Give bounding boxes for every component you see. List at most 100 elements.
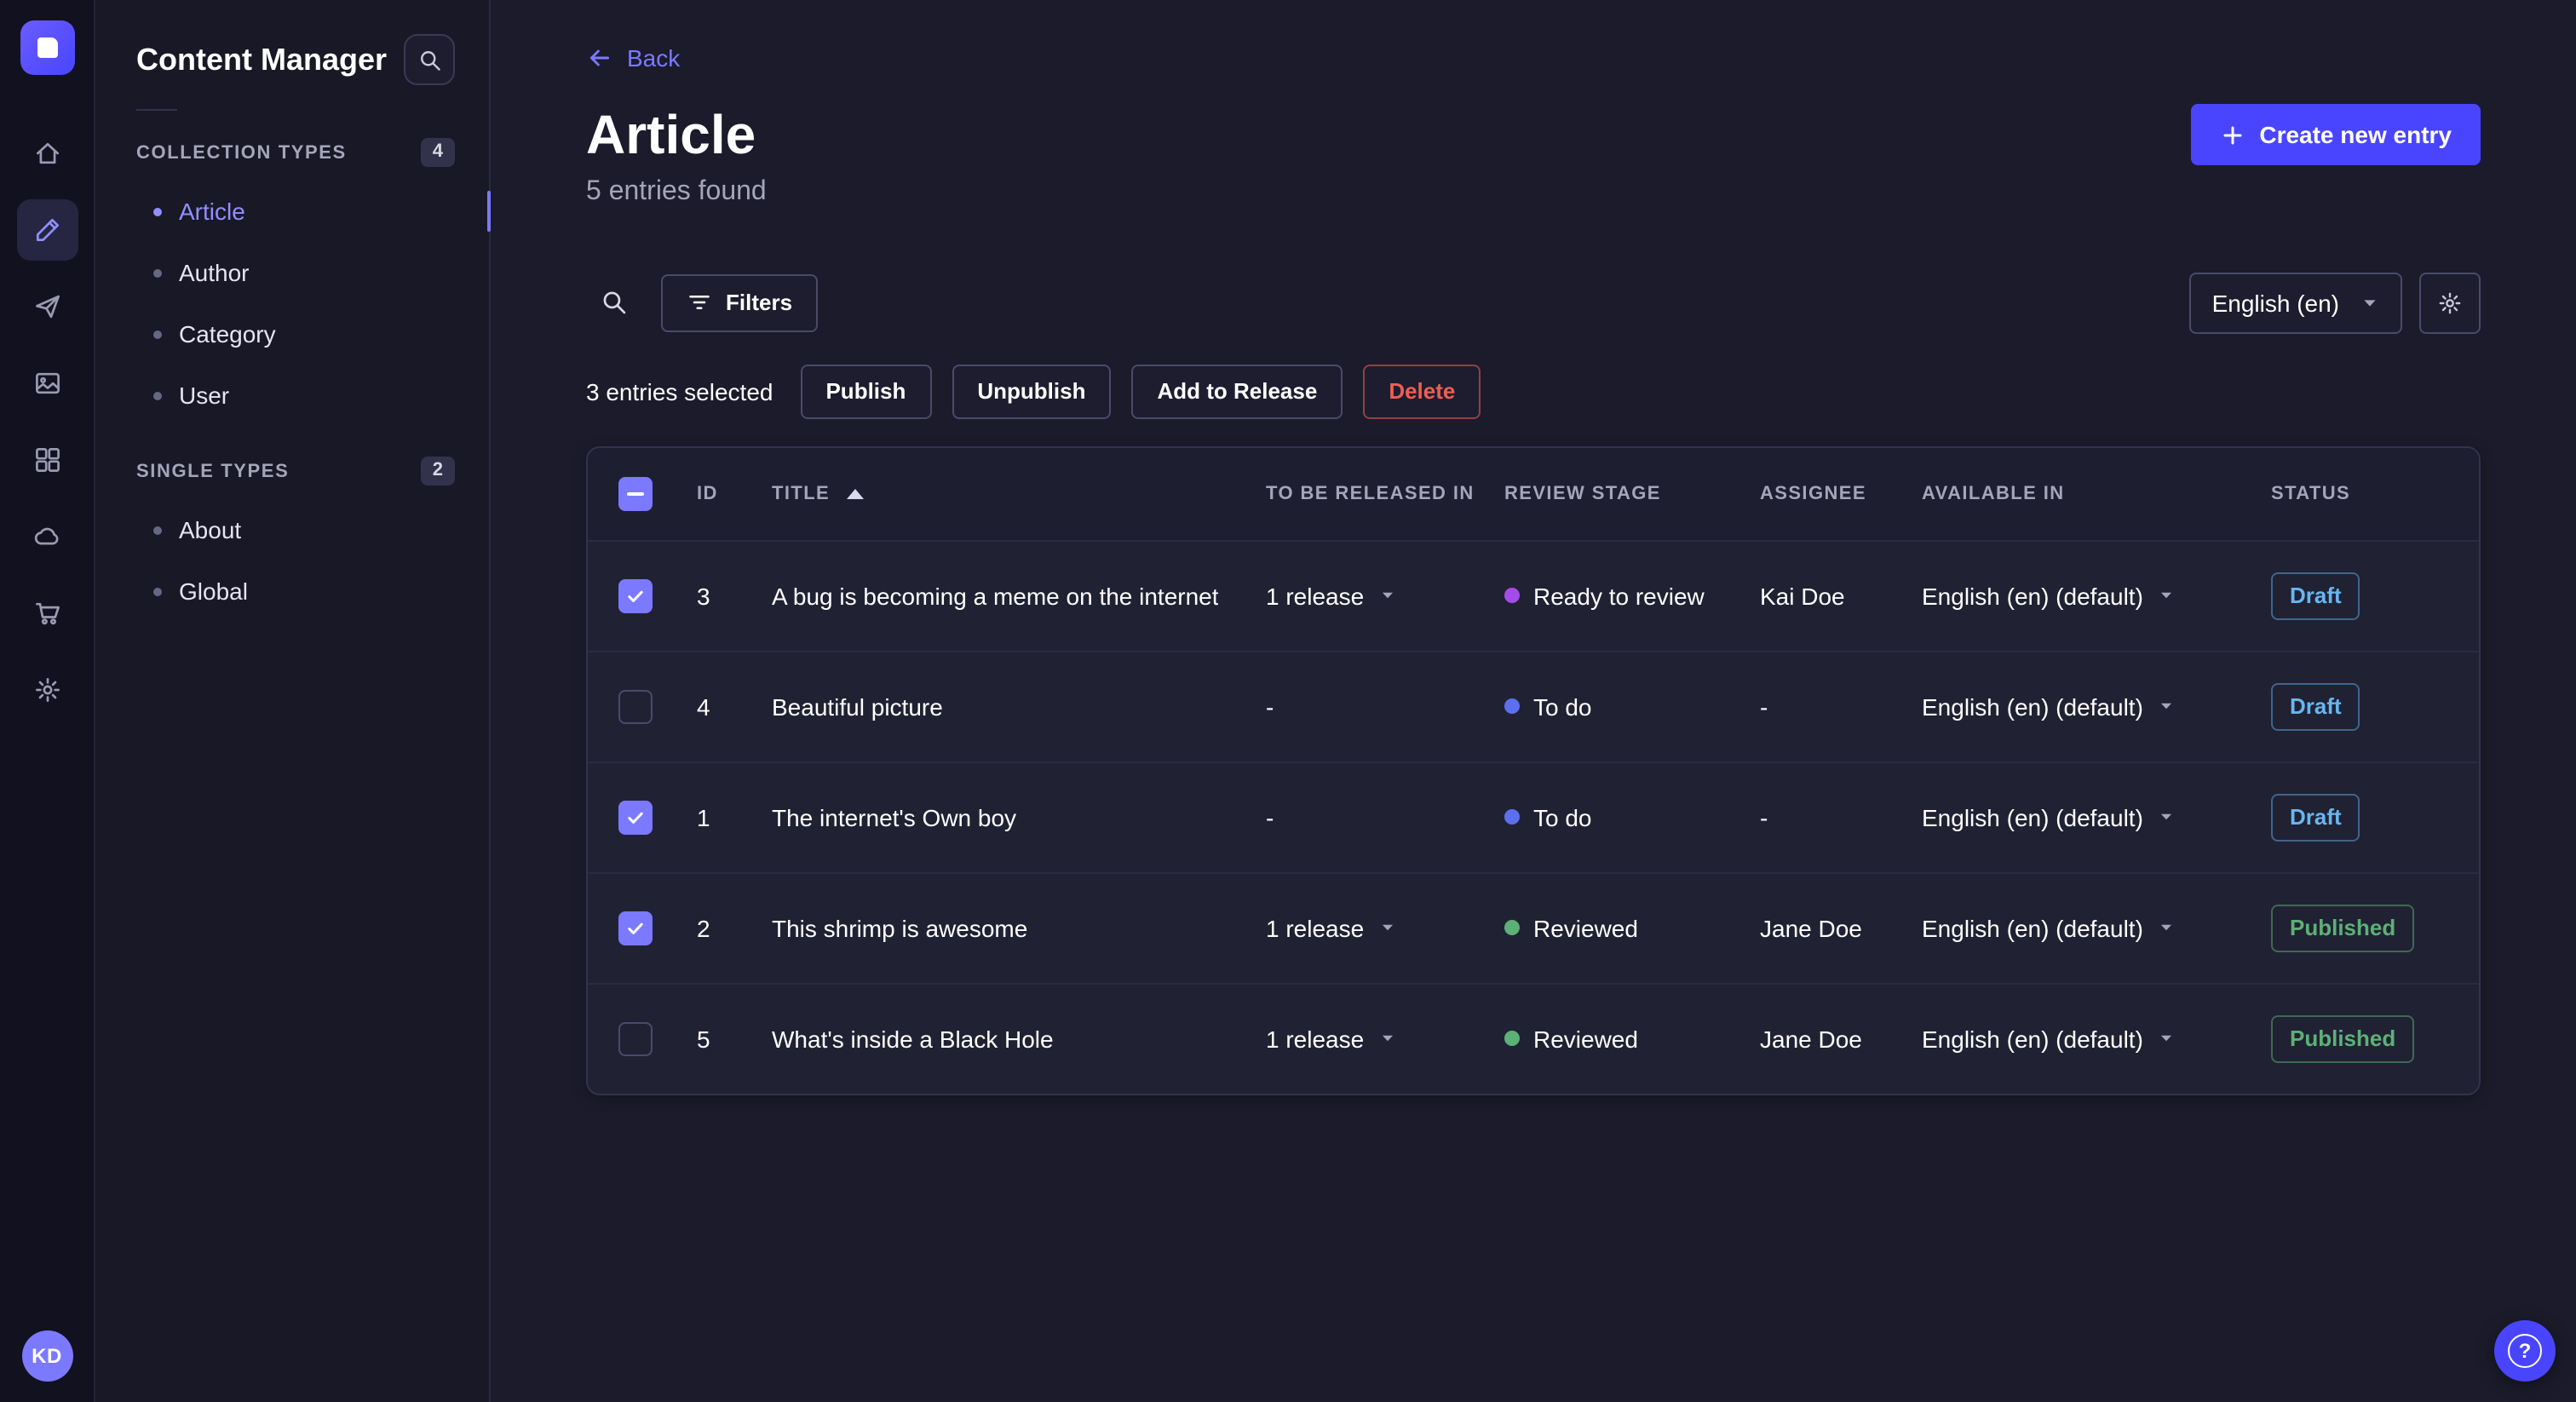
- sidebar-item-label: User: [179, 382, 230, 409]
- bullet-icon: [153, 526, 162, 534]
- row-checkbox[interactable]: [618, 689, 653, 724]
- sidebar-item-article[interactable]: Article: [95, 181, 491, 242]
- sidebar-item-about[interactable]: About: [95, 499, 489, 560]
- cell-available-in[interactable]: English (en) (default): [1922, 693, 2271, 721]
- chevron-down-icon: [2160, 593, 2171, 599]
- chevron-down-icon: [2160, 704, 2171, 710]
- table-row[interactable]: 5 What's inside a Black Hole 1 release R…: [588, 982, 2479, 1094]
- bullet-icon: [153, 330, 162, 338]
- row-checkbox[interactable]: [618, 911, 653, 945]
- stage-dot-icon: [1504, 809, 1520, 825]
- bullet-icon: [153, 268, 162, 277]
- cell-assignee: Jane Doe: [1760, 914, 1862, 942]
- cell-release[interactable]: 1 release: [1266, 1026, 1504, 1053]
- cell-release[interactable]: 1 release: [1266, 583, 1504, 610]
- entries-table: ID TITLE TO BE RELEASED IN REVIEW STAGE …: [586, 445, 2481, 1095]
- nav-home[interactable]: [16, 123, 78, 184]
- nav-releases[interactable]: [16, 276, 78, 337]
- nav-marketplace[interactable]: [16, 583, 78, 644]
- plus-icon: [2223, 126, 2242, 145]
- filters-button[interactable]: Filters: [661, 273, 819, 332]
- cell-assignee: Kai Doe: [1760, 582, 1845, 610]
- cell-review-stage: Reviewed: [1504, 915, 1760, 942]
- strapi-logo-mark: [37, 37, 57, 58]
- row-checkbox[interactable]: [618, 578, 653, 613]
- cell-release: -: [1266, 692, 1274, 721]
- stage-dot-icon: [1504, 698, 1520, 715]
- page-title: Article: [586, 104, 756, 165]
- cell-available-in[interactable]: English (en) (default): [1922, 915, 2271, 942]
- sidebar-item-category[interactable]: Category: [95, 303, 489, 365]
- nav-deploy[interactable]: [16, 506, 78, 567]
- row-checkbox[interactable]: [618, 800, 653, 835]
- cell-available-in[interactable]: English (en) (default): [1922, 583, 2271, 610]
- cell-release[interactable]: 1 release: [1266, 915, 1504, 942]
- cell-assignee: -: [1760, 692, 1768, 721]
- cell-id: 3: [697, 582, 710, 610]
- table-row[interactable]: 3 A bug is becoming a meme on the intern…: [588, 539, 2479, 651]
- search-button[interactable]: [586, 276, 641, 330]
- create-entry-button[interactable]: Create new entry: [2191, 104, 2481, 166]
- sidebar-search-button[interactable]: [404, 34, 455, 85]
- back-link[interactable]: Back: [586, 44, 680, 72]
- sidebar-item-author[interactable]: Author: [95, 242, 489, 303]
- arrow-left-icon: [589, 49, 610, 66]
- column-header-title[interactable]: TITLE: [772, 484, 1266, 504]
- column-header-id[interactable]: ID: [697, 484, 772, 504]
- status-badge: Published: [2271, 1015, 2415, 1063]
- nav-content-manager[interactable]: [16, 199, 78, 261]
- feather-pen-icon: [35, 218, 59, 242]
- list-toolbar: Filters English (en): [586, 272, 2481, 334]
- cell-id: 1: [697, 803, 710, 831]
- column-header-status: STATUS: [2271, 483, 2351, 504]
- cell-release: -: [1266, 803, 1274, 831]
- cell-available-in[interactable]: English (en) (default): [1922, 804, 2271, 831]
- chevron-down-icon: [2160, 925, 2171, 931]
- bullet-icon: [153, 391, 162, 399]
- status-badge: Draft: [2271, 572, 2360, 620]
- sidebar-item-label: Article: [179, 198, 245, 225]
- sidebar-item-global[interactable]: Global: [95, 560, 489, 622]
- cell-title: A bug is becoming a meme on the internet: [772, 582, 1219, 610]
- column-header-review-stage: REVIEW STAGE: [1504, 483, 1661, 504]
- strapi-logo[interactable]: [20, 20, 74, 75]
- add-to-release-button[interactable]: Add to Release: [1131, 364, 1343, 419]
- sidebar-divider: [136, 109, 177, 111]
- table-header-row: ID TITLE TO BE RELEASED IN REVIEW STAGE …: [588, 447, 2479, 540]
- filter-icon: [689, 296, 710, 310]
- table-row[interactable]: 4 Beautiful picture - To do - English (e…: [588, 650, 2479, 761]
- unpublish-button[interactable]: Unpublish: [952, 364, 1112, 419]
- view-settings-button[interactable]: [2419, 272, 2481, 334]
- cell-available-in[interactable]: English (en) (default): [1922, 1026, 2271, 1053]
- collection-types-label: COLLECTION TYPES: [136, 142, 347, 163]
- cell-status: Draft: [2271, 572, 2448, 620]
- nav-settings[interactable]: [16, 659, 78, 721]
- gear-icon: [2439, 292, 2461, 313]
- locale-select[interactable]: English (en): [2189, 272, 2402, 334]
- cell-title: What's inside a Black Hole: [772, 1025, 1054, 1053]
- indeterminate-dash-icon: [627, 491, 644, 496]
- sidebar-item-user[interactable]: User: [95, 365, 489, 426]
- search-icon: [602, 292, 625, 314]
- sidebar-title: Content Manager: [136, 42, 388, 76]
- table-row[interactable]: 1 The internet's Own boy - To do - Engli…: [588, 761, 2479, 872]
- chevron-down-icon: [2160, 1036, 2171, 1042]
- row-checkbox[interactable]: [618, 1021, 653, 1056]
- bulk-actions-row: 3 entries selected Publish Unpublish Add…: [586, 364, 2481, 419]
- publish-button[interactable]: Publish: [800, 364, 932, 419]
- delete-button[interactable]: Delete: [1363, 364, 1481, 419]
- search-icon: [420, 50, 440, 70]
- table-row[interactable]: 2 This shrimp is awesome 1 release Revie…: [588, 871, 2479, 983]
- content-manager-sidebar: Content Manager COLLECTION TYPES 4 Artic…: [95, 0, 491, 1402]
- cell-title: Beautiful picture: [772, 692, 943, 721]
- cell-status: Published: [2271, 905, 2448, 952]
- rail-nav: [16, 123, 78, 721]
- check-icon: [628, 812, 643, 824]
- nav-content-type-builder[interactable]: [16, 429, 78, 491]
- select-all-checkbox[interactable]: [618, 476, 653, 511]
- help-button[interactable]: ?: [2494, 1320, 2556, 1382]
- nav-media-library[interactable]: [16, 353, 78, 414]
- chevron-down-icon: [1382, 1036, 1393, 1042]
- user-avatar[interactable]: KD: [21, 1330, 72, 1382]
- question-mark-icon: ?: [2508, 1334, 2542, 1368]
